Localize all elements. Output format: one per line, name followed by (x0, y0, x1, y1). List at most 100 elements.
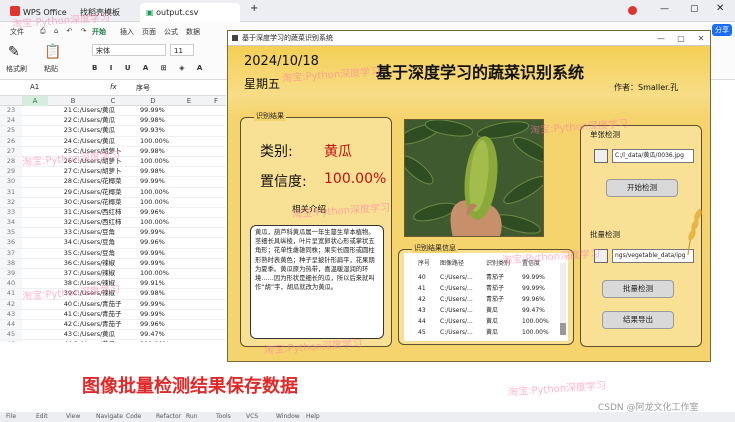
cell-c[interactable]: 豆角 (102, 238, 115, 247)
cell-a[interactable]: 40 (48, 300, 72, 309)
cell-c[interactable]: 花椰菜 (102, 188, 122, 197)
sheet-row[interactable]: 39 37 C:/Users/100.00% 辣椒 (0, 269, 226, 280)
sheet-row[interactable]: 34 32 C:/Users/100.00% 西红柿 (0, 218, 226, 229)
cell-d[interactable]: 99.47% (140, 330, 165, 339)
row-number[interactable]: 43 (0, 309, 22, 319)
cell-a[interactable]: 35 (48, 249, 72, 258)
row-number[interactable]: 33 (0, 207, 22, 218)
ide-menu-item[interactable]: Window (276, 412, 300, 422)
cell-c[interactable]: 花椰菜 (102, 198, 122, 207)
cell-a[interactable]: 27 (48, 167, 72, 176)
text-format-icons[interactable]: B I U A ⊞ ◈ A (92, 64, 207, 72)
ribbon-tab-data[interactable]: 数据 (186, 27, 200, 37)
row-number[interactable]: 37 (0, 248, 22, 258)
cell-c[interactable]: 豆角 (102, 249, 115, 258)
cell-c[interactable]: 青茄子 (102, 310, 122, 319)
cell-a[interactable]: 31 (48, 208, 72, 217)
cell-d[interactable]: 99.99% (140, 177, 165, 186)
table-row[interactable]: 43 C:/Users/... 黄瓜 99.47% (404, 306, 560, 316)
cell-c[interactable]: 黄瓜 (102, 126, 115, 135)
ide-menu-item[interactable]: Edit (36, 412, 48, 422)
cell-c[interactable]: 黄瓜 (102, 116, 115, 125)
intro-textbox[interactable]: 黄瓜，葫芦科黄瓜属一年生蔓生草本植物。茎细长具纵棱，叶片呈宽卵状心形或掌状五角形… (250, 225, 384, 339)
column-header-b[interactable]: B (60, 96, 86, 106)
cell-c[interactable]: 辣椒 (102, 259, 115, 268)
cell-d[interactable]: 99.99% (140, 310, 165, 319)
ide-menu-item[interactable]: Navigate (96, 412, 123, 422)
paste-icon[interactable]: 📋 (44, 44, 61, 60)
results-table[interactable]: 序号 图像路径 识别类别 置信度 40 C:/Users/... 青茄子 99.99%… (404, 253, 568, 341)
row-number[interactable]: 23 (0, 106, 22, 116)
cell-c[interactable]: 黄瓜 (102, 106, 115, 115)
row-number[interactable]: 25 (0, 126, 22, 136)
sheet-row[interactable]: 30 28 C:/Users/99.99% 花椰菜 (0, 177, 226, 188)
row-number[interactable]: 35 (0, 228, 22, 238)
cell-a[interactable]: 29 (48, 188, 72, 197)
sheet-row[interactable]: 43 41 C:/Users/99.99% 青茄子 (0, 309, 226, 320)
table-row[interactable]: 40 C:/Users/... 青茄子 99.99% (404, 273, 560, 283)
ide-menu-item[interactable]: Help (306, 412, 320, 422)
row-number[interactable]: 44 (0, 319, 22, 330)
cell-d[interactable]: 99.96% (140, 320, 165, 329)
sheet-row[interactable]: 45 43 C:/Users/99.47% 黄瓜 (0, 330, 226, 341)
spreadsheet-grid[interactable]: 23 21 C:/Users/99.99% 黄瓜 24 22 C:/Users/99.98%… (0, 106, 226, 342)
row-number[interactable]: 28 (0, 156, 22, 167)
font-name-select[interactable]: 宋体 (92, 44, 166, 56)
sheet-row[interactable]: 26 24 C:/Users/100.00% 黄瓜 (0, 136, 226, 147)
sheet-row[interactable]: 36 34 C:/Users/99.96% 豆角 (0, 238, 226, 249)
maximize-icon[interactable]: ▢ (690, 4, 699, 14)
cell-a[interactable]: 21 (48, 106, 72, 115)
start-detect-button[interactable]: 开始检测 (606, 179, 678, 197)
ide-menu-item[interactable]: Code (126, 412, 141, 422)
sheet-row[interactable]: 25 23 C:/Users/99.93% 黄瓜 (0, 126, 226, 137)
cell-d[interactable]: 99.93% (140, 126, 165, 135)
minimize-icon[interactable]: — (660, 4, 669, 14)
sheet-row[interactable]: 37 35 C:/Users/99.99% 豆角 (0, 248, 226, 259)
sheet-row[interactable]: 33 31 C:/Users/99.96% 西红柿 (0, 207, 226, 219)
row-number[interactable]: 36 (0, 238, 22, 248)
cell-d[interactable]: 99.98% (140, 147, 165, 156)
window-maximize-icon[interactable]: ▢ (672, 31, 690, 46)
sheet-row[interactable]: 38 36 C:/Users/99.99% 辣椒 (0, 258, 226, 269)
cell-d[interactable]: 99.98% (140, 116, 165, 125)
cell-a[interactable]: 43 (48, 330, 72, 339)
cell-a[interactable]: 30 (48, 198, 72, 207)
cell-c[interactable]: 辣椒 (102, 269, 115, 278)
row-number[interactable]: 42 (0, 299, 22, 309)
cell-d[interactable]: 100.00% (140, 218, 169, 227)
font-size-select[interactable]: 11 (170, 44, 194, 56)
cell-d[interactable]: 99.96% (140, 238, 165, 247)
column-header-c[interactable]: C (100, 96, 126, 106)
column-header-a[interactable]: A (22, 96, 48, 106)
cell-d[interactable]: 99.98% (140, 289, 165, 298)
quick-access-icons[interactable]: ⎙ ⌂ ↶ ↷ (40, 27, 89, 36)
cell-a[interactable]: 22 (48, 116, 72, 125)
table-scrollbar-thumb[interactable] (560, 323, 566, 335)
ide-menu-item[interactable]: File (6, 412, 16, 422)
cell-d[interactable]: 99.99% (140, 106, 165, 115)
table-row[interactable]: 44 C:/Users/... 黄瓜 100.00% (404, 317, 560, 327)
cell-a[interactable]: 41 (48, 310, 72, 319)
cell-a[interactable]: 24 (48, 137, 72, 146)
row-number[interactable]: 46 (0, 340, 22, 342)
new-tab-button[interactable]: + (250, 3, 258, 14)
row-number[interactable]: 31 (0, 187, 22, 197)
table-row[interactable]: 45 C:/Users/... 黄瓜 100.00% (404, 328, 560, 338)
sheet-row[interactable]: 44 42 C:/Users/99.96% 青茄子 (0, 319, 226, 331)
cell-a[interactable]: 37 (48, 269, 72, 278)
column-header-e[interactable]: E (176, 96, 202, 106)
cell-c[interactable]: 青茄子 (102, 320, 122, 329)
cell-c[interactable]: 豆角 (102, 228, 115, 237)
ide-menu-item[interactable]: View (66, 412, 80, 422)
cell-c[interactable]: 黄瓜 (102, 330, 115, 339)
row-number[interactable]: 40 (0, 279, 22, 289)
sheet-row[interactable]: 29 27 C:/Users/99.98% 胡萝卜 (0, 167, 226, 178)
ide-menu-item[interactable]: Run (186, 412, 198, 422)
formula-input[interactable]: 序号 (136, 83, 150, 93)
cell-a[interactable]: 32 (48, 218, 72, 227)
cell-a[interactable]: 33 (48, 228, 72, 237)
cell-c[interactable]: 胡萝卜 (102, 167, 122, 176)
cell-d[interactable]: 99.99% (140, 259, 165, 268)
cell-c[interactable]: 青茄子 (102, 300, 122, 309)
ribbon-tab-page[interactable]: 页面 (142, 27, 156, 37)
